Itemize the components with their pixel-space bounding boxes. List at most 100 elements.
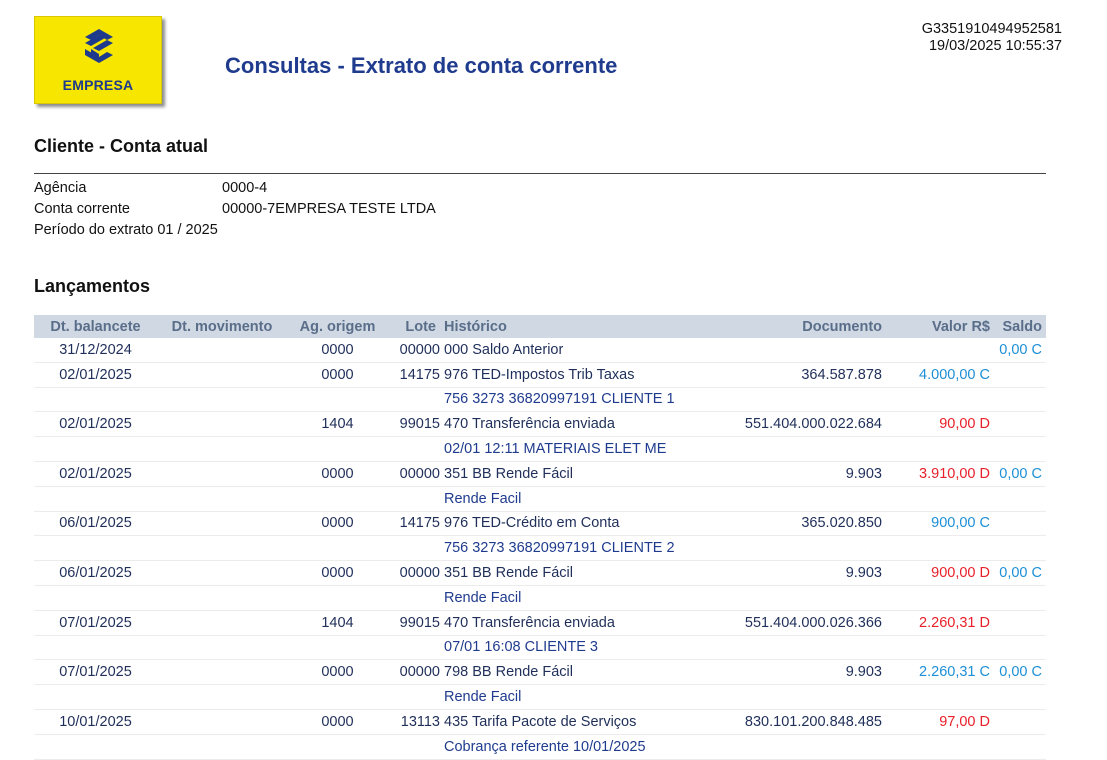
detail-spacer xyxy=(34,387,440,413)
cell-valor: 2.260,31 C xyxy=(886,659,994,686)
cell-saldo xyxy=(994,362,1046,388)
table-row-detail: 756 3273 36820997191 CLIENTE 1 xyxy=(34,387,1046,413)
cell-ag-origem: 0000 xyxy=(287,338,388,363)
page-title: Consultas - Extrato de conta corrente xyxy=(225,53,618,78)
field-label: Agência xyxy=(34,180,87,196)
cell-dt-movimento xyxy=(157,362,287,388)
table-row: 06/01/2025 0000 14175 976 TED-Crédito em Co… xyxy=(34,511,1046,537)
cell-saldo: 0,00 C xyxy=(994,659,1046,686)
detail-spacer xyxy=(34,486,440,512)
table-row-detail: 07/01 16:08 CLIENTE 3 xyxy=(34,635,1046,661)
cell-dt-balancete: 06/01/2025 xyxy=(34,511,157,537)
cell-dt-balancete: 10/01/2025 xyxy=(34,709,157,735)
client-section-title: Cliente - Conta atual xyxy=(34,136,209,156)
cell-documento: 551.404.000.022.684 xyxy=(710,411,886,438)
col-dt-balancete: Dt. balancete xyxy=(34,315,157,338)
table-row: 10/01/2025 0000 13113 435 Tarifa Pacote de … xyxy=(34,709,1046,735)
cell-historico-detail: Cobrança referente 10/01/2025 xyxy=(440,734,886,760)
col-historico: Histórico xyxy=(440,315,710,338)
table-row: 31/12/2024 0000 00000 000 Saldo Anterior 0,0… xyxy=(34,338,1046,363)
cell-lote: 99015 xyxy=(388,610,440,636)
cell-ag-origem: 0000 xyxy=(287,659,388,686)
table-row-detail: Cobrança referente 10/01/2025 xyxy=(34,734,1046,760)
cell-valor: 90,00 D xyxy=(886,411,994,438)
cell-historico: 000 Saldo Anterior xyxy=(440,338,710,363)
table-row-detail: Rende Facil xyxy=(34,585,1046,611)
cell-lote: 14175 xyxy=(388,362,440,388)
cell-ag-origem: 0000 xyxy=(287,461,388,487)
cell-historico: 798 BB Rende Fácil xyxy=(440,659,710,686)
cell-documento: 830.101.200.848.485 xyxy=(710,709,886,735)
detail-spacer xyxy=(886,535,1046,562)
detail-spacer xyxy=(34,436,440,462)
cell-dt-movimento xyxy=(157,461,287,487)
col-valor: Valor R$ xyxy=(886,315,994,338)
cell-historico: 351 BB Rende Fácil xyxy=(440,560,710,586)
cell-valor: 900,00 D xyxy=(886,560,994,586)
field-conta: Conta corrente 00000-7EMPRESA TESTE LTDA xyxy=(34,199,436,220)
cell-dt-balancete: 07/01/2025 xyxy=(34,610,157,636)
field-label: Período do extrato xyxy=(34,222,154,238)
cell-documento: 9.903 xyxy=(710,560,886,586)
cell-lote: 00000 xyxy=(388,560,440,586)
detail-spacer xyxy=(34,734,440,760)
cell-historico-detail: 07/01 16:08 CLIENTE 3 xyxy=(440,635,886,661)
cell-dt-movimento xyxy=(157,610,287,636)
cell-historico: 470 Transferência enviada xyxy=(440,610,710,636)
cell-historico-detail: Rende Facil xyxy=(440,684,886,710)
field-periodo: Período do extrato 01 / 2025 xyxy=(34,220,436,241)
cell-lote: 13113 xyxy=(388,709,440,735)
bb-logo-icon xyxy=(85,29,113,63)
cell-documento: 9.903 xyxy=(710,461,886,487)
logo-text: EMPRESA xyxy=(62,77,134,93)
cell-saldo xyxy=(994,411,1046,438)
document-code: G3351910494952581 xyxy=(921,21,1062,37)
cell-dt-movimento xyxy=(157,560,287,586)
section-divider xyxy=(34,173,1046,174)
table-row: 07/01/2025 0000 00000 798 BB Rende Fácil 9.9… xyxy=(34,659,1046,686)
cell-lote: 00000 xyxy=(388,659,440,686)
cell-historico: 351 BB Rende Fácil xyxy=(440,461,710,487)
detail-spacer xyxy=(886,585,1046,611)
cell-dt-balancete: 02/01/2025 xyxy=(34,362,157,388)
cell-historico-detail: 02/01 12:11 MATERIAIS ELET ME xyxy=(440,436,886,462)
cell-dt-balancete: 02/01/2025 xyxy=(34,411,157,438)
cell-historico-detail: Rende Facil xyxy=(440,585,886,611)
cell-documento: 551.404.000.026.366 xyxy=(710,610,886,636)
table-header-row: Dt. balancete Dt. movimento Ag. origem L… xyxy=(34,315,1046,338)
table-row-detail: 756 3273 36820997191 CLIENTE 2 xyxy=(34,535,1046,562)
cell-historico-detail: 756 3273 36820997191 CLIENTE 2 xyxy=(440,535,886,562)
cell-historico: 470 Transferência enviada xyxy=(440,411,710,438)
col-ag-origem: Ag. origem xyxy=(287,315,388,338)
cell-dt-movimento xyxy=(157,659,287,686)
field-label: Conta corrente xyxy=(34,201,130,217)
col-saldo: Saldo xyxy=(994,315,1046,338)
cell-historico: 976 TED-Crédito em Conta xyxy=(440,511,710,537)
bank-logo: EMPRESA xyxy=(34,16,162,104)
table-row: 02/01/2025 0000 00000 351 BB Rende Fácil 9.9… xyxy=(34,461,1046,487)
cell-ag-origem: 0000 xyxy=(287,560,388,586)
detail-spacer xyxy=(34,684,440,710)
detail-spacer xyxy=(886,684,1046,710)
table-row: 06/01/2025 0000 00000 351 BB Rende Fácil 9.9… xyxy=(34,560,1046,586)
field-value: 01 / 2025 xyxy=(157,222,218,238)
cell-saldo: 0,00 C xyxy=(994,338,1046,363)
cell-valor xyxy=(886,338,994,363)
cell-lote: 00000 xyxy=(388,461,440,487)
cell-dt-balancete: 06/01/2025 xyxy=(34,560,157,586)
detail-spacer xyxy=(886,635,1046,661)
detail-spacer xyxy=(34,535,440,562)
table-row-detail: Rende Facil xyxy=(34,684,1046,710)
transactions-body: 31/12/2024 0000 00000 000 Saldo Anterior 0,0… xyxy=(34,338,1046,760)
cell-historico-detail: Rende Facil xyxy=(440,486,886,512)
detail-spacer xyxy=(34,635,440,661)
cell-saldo xyxy=(994,511,1046,537)
cell-lote: 14175 xyxy=(388,511,440,537)
cell-saldo: 0,00 C xyxy=(994,560,1046,586)
detail-spacer xyxy=(886,436,1046,462)
cell-dt-movimento xyxy=(157,511,287,537)
cell-saldo xyxy=(994,709,1046,735)
field-agencia: Agência 0000-4 xyxy=(34,178,436,199)
cell-documento: 364.587.878 xyxy=(710,362,886,388)
table-row-detail: Rende Facil xyxy=(34,486,1046,512)
